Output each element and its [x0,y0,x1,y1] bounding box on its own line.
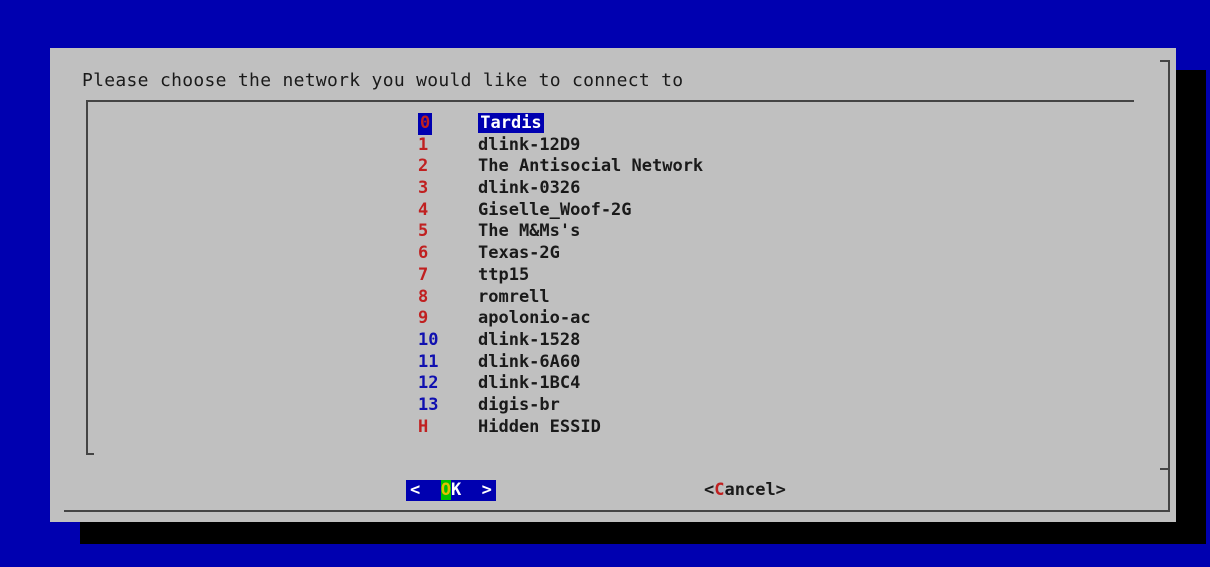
network-tag: 13 [418,394,439,415]
network-tag: 6 [418,243,429,264]
ok-button-hotkey: O [440,480,451,500]
dialog-title: Please choose the network you would like… [82,70,684,91]
network-list-item[interactable]: 2 The Antisocial Network [418,156,703,178]
dialog-border-bottom [64,510,1170,512]
network-list[interactable]: 0 Tardis 1 dlink-12D9 2 The Antisocial Networ… [418,113,703,438]
network-tag: 8 [418,286,429,307]
network-list-item[interactable]: 13 digis-br [418,395,703,417]
network-tag: 11 [418,351,439,372]
network-tag: H [418,416,429,437]
network-list-item[interactable]: 0 Tardis [418,113,703,135]
network-list-item[interactable]: 4 Giselle_Woof-2G [418,200,703,222]
network-name: The M&Ms's [478,221,581,242]
network-name: dlink-1BC4 [478,373,581,394]
network-list-item[interactable]: 5 The M&Ms's [418,221,703,243]
network-name: dlink-6A60 [478,351,581,372]
list-border-top [86,100,1134,102]
network-tag: 2 [418,156,429,177]
network-name: Tardis [478,113,544,133]
network-tag: 0 [418,113,433,135]
network-name: dlink-0326 [478,178,581,199]
network-list-item[interactable]: 3 dlink-0326 [418,178,703,200]
network-name: Hidden ESSID [478,416,601,437]
network-tag: 5 [418,221,429,242]
ok-button[interactable]: < OK > [406,480,496,501]
ok-button-left: < [410,480,441,500]
network-name: ttp15 [478,264,530,285]
network-name: The Antisocial Network [478,156,704,177]
network-name: Texas-2G [478,243,560,264]
network-name: apolonio-ac [478,308,591,329]
network-list-item[interactable]: 6 Texas-2G [418,243,703,265]
network-list-item[interactable]: 10 dlink-1528 [418,330,703,352]
network-tag: 12 [418,373,439,394]
network-list-item[interactable]: 7 ttp15 [418,265,703,287]
network-name: romrell [478,286,550,307]
network-name: dlink-1528 [478,329,581,350]
network-tag: 10 [418,329,439,350]
cancel-button-left: < [704,480,715,500]
network-list-item[interactable]: 1 dlink-12D9 [418,135,703,157]
cancel-button-rest: ancel> [724,480,786,500]
network-list-item[interactable]: 8 romrell [418,287,703,309]
dialog-border-corner [1160,60,1170,62]
dialog-border-right [1168,60,1170,512]
list-border-corner [1128,100,1134,102]
network-name: Giselle_Woof-2G [478,199,632,220]
network-tag: 1 [418,134,429,155]
list-border-left [86,100,88,455]
cancel-button[interactable]: <Cancel> [704,480,786,501]
network-name: dlink-12D9 [478,134,581,155]
list-border-corner [86,453,94,455]
network-tag: 9 [418,308,429,329]
network-name: digis-br [478,394,560,415]
network-list-item[interactable]: 11 dlink-6A60 [418,352,703,374]
cancel-button-hotkey: C [714,480,725,500]
network-tag: 7 [418,264,429,285]
dialog-border-separator [1160,468,1170,470]
network-list-item[interactable]: H Hidden ESSID [418,417,703,439]
ok-button-rest: K > [450,480,492,500]
network-list-item[interactable]: 12 dlink-1BC4 [418,373,703,395]
network-tag: 3 [418,178,429,199]
network-tag: 4 [418,199,429,220]
network-list-item[interactable]: 9 apolonio-ac [418,308,703,330]
